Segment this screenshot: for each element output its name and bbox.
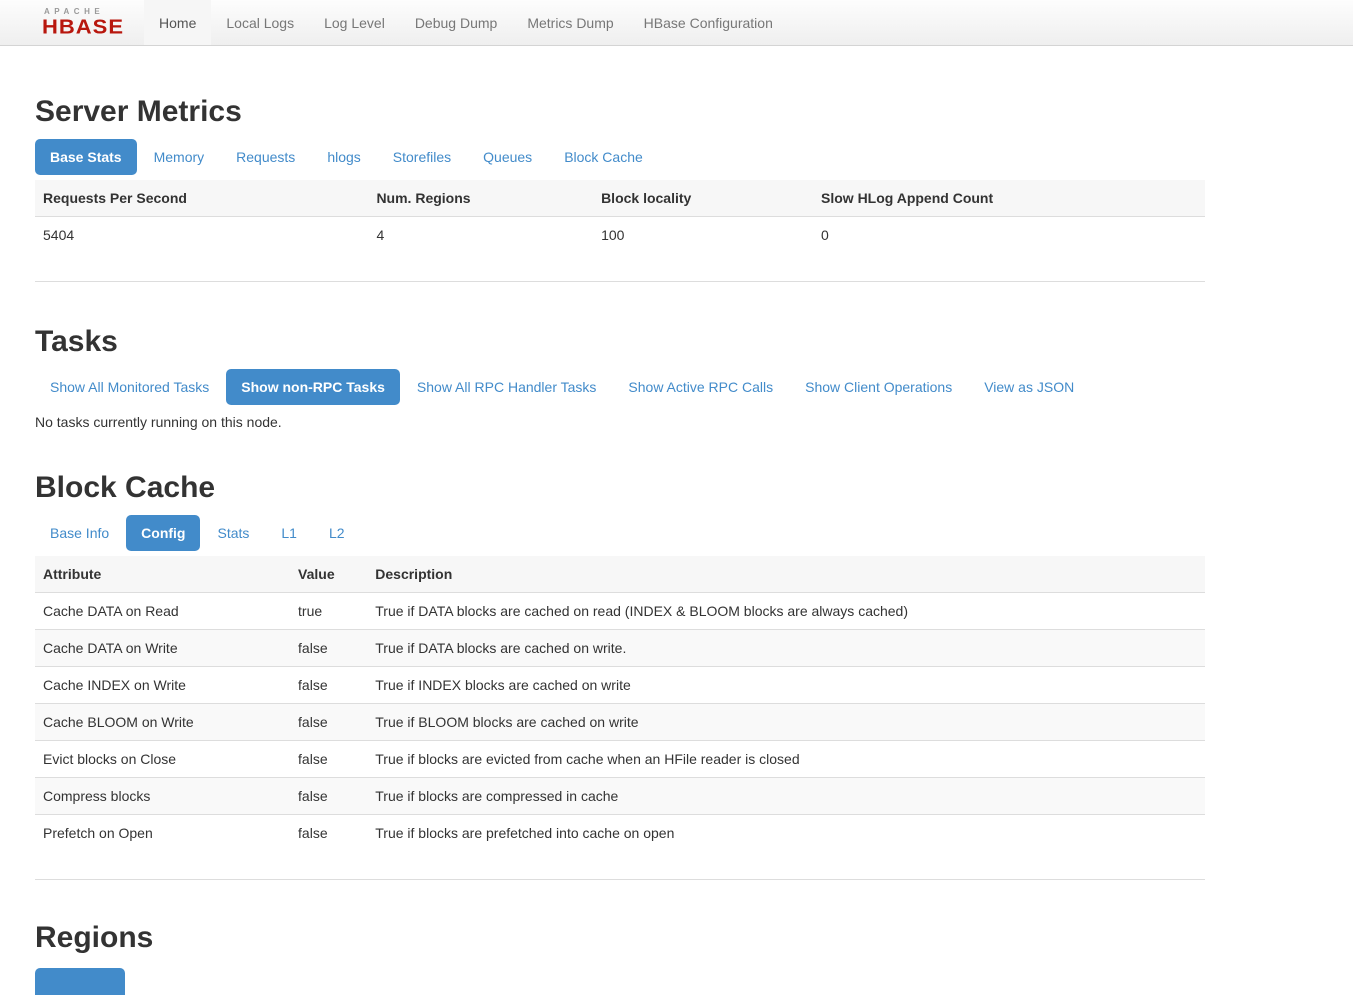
nav-item-log-level[interactable]: Log Level	[309, 0, 400, 45]
regions-active-tab-clipped[interactable]	[35, 968, 125, 995]
description-cell: True if blocks are prefetched into cache…	[367, 815, 1205, 852]
tab-memory[interactable]: Memory	[139, 139, 220, 175]
value-slow-hlog-append-count: 0	[813, 217, 1205, 254]
block-cache-section: Block Cache Base Info Config Stats L1 L2…	[35, 470, 1205, 880]
tasks-section: Tasks Show All Monitored Tasks Show non-…	[35, 324, 1205, 432]
col-block-locality: Block locality	[593, 180, 813, 217]
col-description: Description	[367, 556, 1205, 593]
attribute-cell: Cache BLOOM on Write	[35, 704, 290, 741]
tab-base-stats[interactable]: Base Stats	[35, 139, 137, 175]
value-num-regions: 4	[368, 217, 593, 254]
tab-requests[interactable]: Requests	[221, 139, 310, 175]
tab-l2[interactable]: L2	[314, 515, 360, 551]
tab-hlogs[interactable]: hlogs	[312, 139, 375, 175]
tasks-title: Tasks	[35, 324, 1205, 359]
show-client-operations-button[interactable]: Show Client Operations	[790, 369, 967, 405]
attribute-cell: Prefetch on Open	[35, 815, 290, 852]
value-cell: false	[290, 778, 367, 815]
description-cell: True if blocks are compressed in cache	[367, 778, 1205, 815]
tasks-buttons: Show All Monitored Tasks Show non-RPC Ta…	[35, 369, 1205, 405]
description-cell: True if DATA blocks are cached on read (…	[367, 593, 1205, 630]
table-row-cache-bloom-on-write: Cache BLOOM on Write false True if BLOOM…	[35, 704, 1205, 741]
attribute-cell: Evict blocks on Close	[35, 741, 290, 778]
table-row-cache-data-on-read: Cache DATA on Read true True if DATA blo…	[35, 593, 1205, 630]
col-slow-hlog-append-count: Slow HLog Append Count	[813, 180, 1205, 217]
logo-hbase-text: HBASE	[42, 17, 124, 37]
nav-item-local-logs[interactable]: Local Logs	[211, 0, 309, 45]
block-cache-header-row: Attribute Value Description	[35, 556, 1205, 593]
value-cell: false	[290, 667, 367, 704]
regions-section: Regions	[35, 920, 1205, 995]
top-navbar: APACHE HBASE Home Local Logs Log Level D…	[0, 0, 1353, 46]
nav-item-home[interactable]: Home	[144, 0, 211, 45]
server-metrics-data-row: 5404 4 100 0	[35, 217, 1205, 254]
description-cell: True if DATA blocks are cached on write.	[367, 630, 1205, 667]
attribute-cell: Cache INDEX on Write	[35, 667, 290, 704]
nav-item-hbase-configuration[interactable]: HBase Configuration	[629, 0, 788, 45]
nav-item-debug-dump[interactable]: Debug Dump	[400, 0, 513, 45]
navbar-menu: Home Local Logs Log Level Debug Dump Met…	[144, 0, 788, 45]
page-content: Server Metrics Base Stats Memory Request…	[35, 94, 1205, 995]
hbase-logo[interactable]: APACHE HBASE	[0, 0, 144, 45]
tab-queues[interactable]: Queues	[468, 139, 547, 175]
block-cache-config-table: Attribute Value Description Cache DATA o…	[35, 556, 1205, 851]
value-cell: false	[290, 815, 367, 852]
tab-stats[interactable]: Stats	[202, 515, 264, 551]
attribute-cell: Cache DATA on Write	[35, 630, 290, 667]
value-requests-per-second: 5404	[35, 217, 368, 254]
table-row-cache-data-on-write: Cache DATA on Write false True if DATA b…	[35, 630, 1205, 667]
regions-title: Regions	[35, 920, 1205, 955]
tab-config[interactable]: Config	[126, 515, 200, 551]
value-cell: true	[290, 593, 367, 630]
tab-storefiles[interactable]: Storefiles	[378, 139, 466, 175]
attribute-cell: Compress blocks	[35, 778, 290, 815]
value-cell: false	[290, 741, 367, 778]
col-value: Value	[290, 556, 367, 593]
col-requests-per-second: Requests Per Second	[35, 180, 368, 217]
no-tasks-message: No tasks currently running on this node.	[35, 412, 1205, 432]
description-cell: True if INDEX blocks are cached on write	[367, 667, 1205, 704]
attribute-cell: Cache DATA on Read	[35, 593, 290, 630]
value-block-locality: 100	[593, 217, 813, 254]
show-all-monitored-tasks-button[interactable]: Show All Monitored Tasks	[35, 369, 224, 405]
value-cell: false	[290, 630, 367, 667]
table-row-evict-blocks-on-close: Evict blocks on Close false True if bloc…	[35, 741, 1205, 778]
tab-block-cache[interactable]: Block Cache	[549, 139, 658, 175]
show-non-rpc-tasks-button[interactable]: Show non-RPC Tasks	[226, 369, 400, 405]
table-row-cache-index-on-write: Cache INDEX on Write false True if INDEX…	[35, 667, 1205, 704]
tab-base-info[interactable]: Base Info	[35, 515, 124, 551]
view-as-json-link[interactable]: View as JSON	[969, 369, 1089, 405]
server-metrics-table: Requests Per Second Num. Regions Block l…	[35, 180, 1205, 253]
value-cell: false	[290, 704, 367, 741]
col-attribute: Attribute	[35, 556, 290, 593]
regions-tabs	[35, 968, 1205, 995]
tab-l1[interactable]: L1	[266, 515, 312, 551]
server-metrics-header-row: Requests Per Second Num. Regions Block l…	[35, 180, 1205, 217]
server-metrics-tab-content: Requests Per Second Num. Regions Block l…	[35, 180, 1205, 282]
server-metrics-section: Server Metrics Base Stats Memory Request…	[35, 94, 1205, 282]
block-cache-tab-content: Attribute Value Description Cache DATA o…	[35, 556, 1205, 880]
col-num-regions: Num. Regions	[368, 180, 593, 217]
table-row-compress-blocks: Compress blocks false True if blocks are…	[35, 778, 1205, 815]
show-all-rpc-handler-tasks-button[interactable]: Show All RPC Handler Tasks	[402, 369, 611, 405]
description-cell: True if BLOOM blocks are cached on write	[367, 704, 1205, 741]
server-metrics-tabs: Base Stats Memory Requests hlogs Storefi…	[35, 139, 1205, 175]
show-active-rpc-calls-button[interactable]: Show Active RPC Calls	[613, 369, 788, 405]
table-row-prefetch-on-open: Prefetch on Open false True if blocks ar…	[35, 815, 1205, 852]
description-cell: True if blocks are evicted from cache wh…	[367, 741, 1205, 778]
server-metrics-title: Server Metrics	[35, 94, 1205, 129]
nav-item-metrics-dump[interactable]: Metrics Dump	[512, 0, 628, 45]
block-cache-tabs: Base Info Config Stats L1 L2	[35, 515, 1205, 551]
block-cache-title: Block Cache	[35, 470, 1205, 505]
